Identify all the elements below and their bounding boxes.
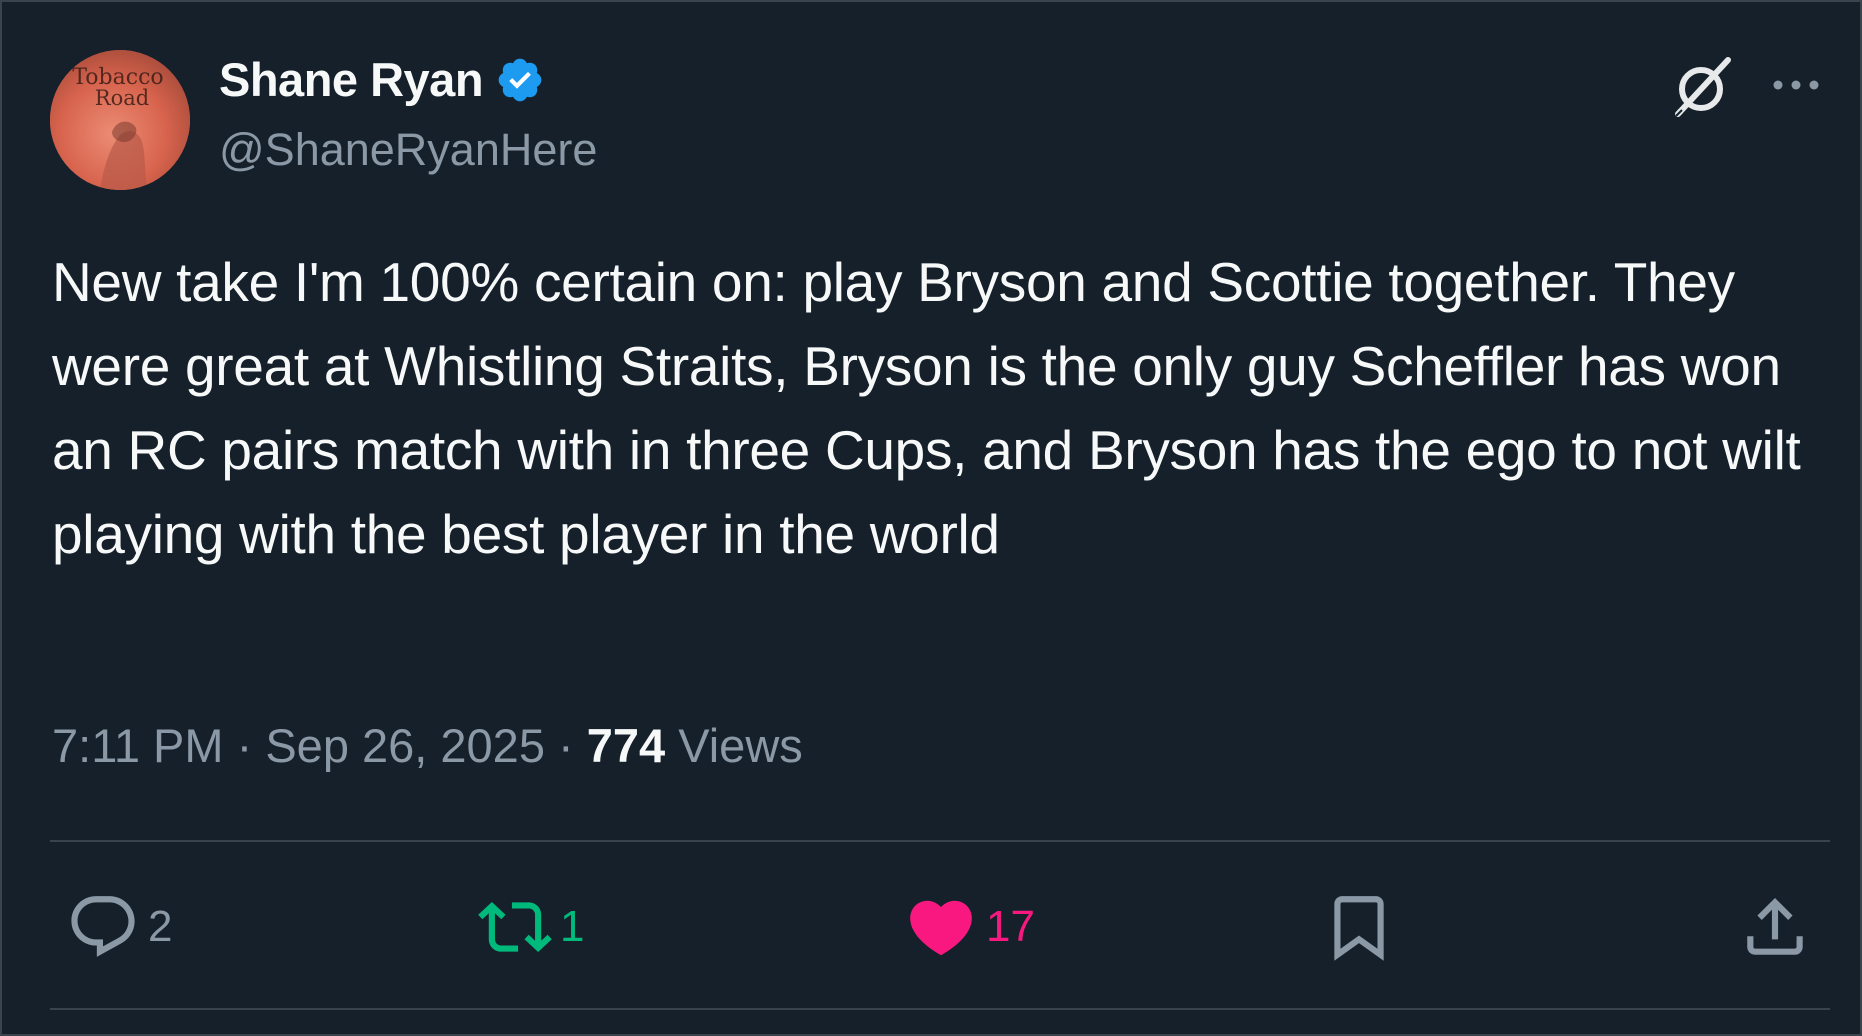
author-name-row: Shane Ryan: [219, 52, 545, 107]
reply-button[interactable]: 2: [66, 890, 172, 964]
grok-icon[interactable]: [1670, 54, 1736, 120]
divider-bottom: [50, 1008, 1830, 1010]
verified-badge-icon[interactable]: [495, 55, 545, 105]
meta-separator-2: ·: [558, 719, 574, 772]
like-count: 17: [986, 902, 1035, 951]
meta-separator: ·: [236, 719, 253, 772]
more-options-icon[interactable]: [1768, 72, 1824, 98]
tweet-date[interactable]: Sep 26, 2025: [265, 719, 545, 772]
bookmark-icon: [1334, 896, 1384, 961]
like-button[interactable]: 17: [904, 890, 1035, 964]
avatar-logo-text-2: Road: [95, 86, 149, 110]
author-display-name[interactable]: Shane Ryan: [219, 52, 484, 107]
reply-icon: [71, 896, 135, 957]
share-icon: [1747, 897, 1803, 955]
author-handle[interactable]: @ShaneRyanHere: [219, 124, 597, 176]
tweet-time[interactable]: 7:11 PM: [52, 719, 224, 772]
share-button[interactable]: [1738, 890, 1812, 964]
views-count: 774: [586, 719, 666, 772]
retweet-icon: [478, 901, 552, 953]
avatar[interactable]: Tobacco Road: [50, 50, 190, 190]
retweet-count: 1: [560, 902, 585, 951]
reply-count: 2: [148, 902, 173, 951]
tweet-card: Tobacco Road Shane Ryan @ShaneRyanHere N…: [0, 0, 1862, 1036]
divider: [50, 840, 1830, 842]
bookmark-button[interactable]: [1322, 890, 1396, 964]
heart-icon: [910, 900, 972, 956]
avatar-image: Tobacco Road: [50, 50, 190, 190]
views-label: Views: [678, 719, 803, 772]
tweet-text: New take I'm 100% certain on: play Bryso…: [52, 251, 1801, 565]
retweet-button[interactable]: 1: [478, 890, 584, 964]
tweet-meta: 7:11 PM · Sep 26, 2025 · 774 Views: [52, 718, 803, 773]
